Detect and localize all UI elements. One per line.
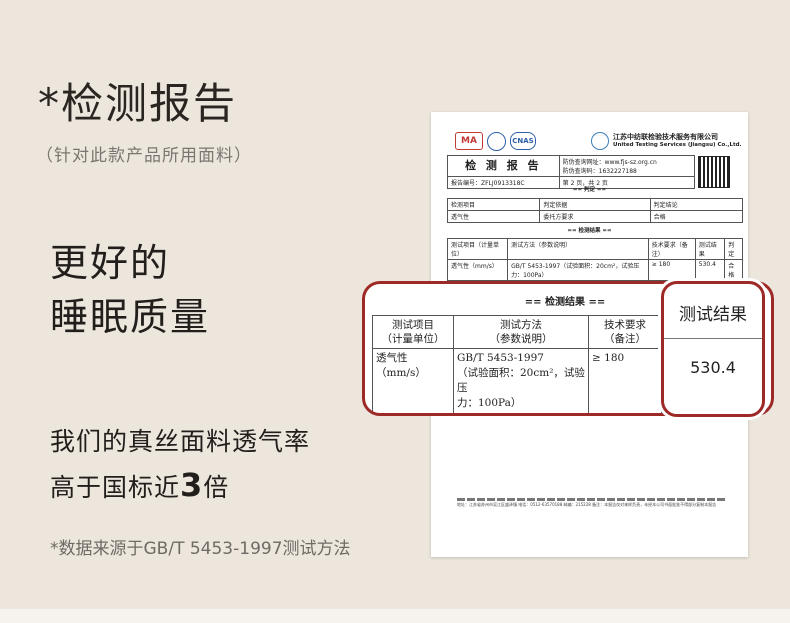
callout-header-item-title: 测试项目 xyxy=(392,319,434,331)
callout-header-requirement-note: （备注） xyxy=(604,333,646,345)
result-label: 测试结果 xyxy=(679,305,747,325)
headline-line-2: 睡眠质量 xyxy=(50,295,211,339)
results-table: 测试项目（计量单位） 测试方法（参数说明） 技术要求（备注） 测试结果 判定 透… xyxy=(446,238,743,281)
result-header-method: 测试方法（参数说明） xyxy=(507,238,649,260)
query-site: 防伪查询网址：www.fjs-sz.org.cn xyxy=(562,159,657,166)
page-title: *检测报告 xyxy=(38,79,238,128)
judge-conclusion: 合格 xyxy=(649,210,744,223)
source-note: *数据来源于GB/T 5453-1997测试方法 xyxy=(50,539,351,559)
result-verdict: 合格 xyxy=(724,259,743,281)
qr-code-icon xyxy=(698,156,730,188)
description-line-2: 高于国标近3倍 xyxy=(50,466,229,504)
result-item: 透气性（mm/s） xyxy=(446,259,509,281)
org-name-en: United Testing Services (Jiangsu) Co.,Lt… xyxy=(613,142,742,148)
query-info: 防伪查询网址：www.fjs-sz.org.cn 防伪查询码：1632227188 xyxy=(558,155,696,177)
callout-method-standard: GB/T 5453-1997 xyxy=(457,352,544,364)
judge-item: 透气性 xyxy=(446,210,541,223)
certification-logos: MA CNAS xyxy=(455,132,536,151)
page-subtitle: （针对此款产品所用面料） xyxy=(36,146,252,166)
footer-divider xyxy=(457,498,727,501)
judge-header-conclusion: 判定结论 xyxy=(649,198,744,211)
judge-basis: 委托方要求 xyxy=(539,210,651,223)
judge-header-item: 检测项目 xyxy=(446,198,541,211)
callout-header-method-note: （参数说明） xyxy=(489,333,553,345)
callout-header-item: 测试项目 （计量单位） xyxy=(372,315,454,349)
result-method: GB/T 5453-1997（试验面积：20cm²，试验压力：100Pa） xyxy=(507,259,649,281)
callout-header-requirement-title: 技术要求 xyxy=(604,319,646,331)
callout-header-requirement: 技术要求 （备注） xyxy=(588,315,662,349)
footer-text: 地址：江苏省苏州市吴江区盛泽镇 电话：0512-63570188 邮编：2152… xyxy=(457,502,717,507)
result-requirement: ≥ 180 xyxy=(647,259,696,281)
result-header-value: 测试结果 xyxy=(694,238,726,260)
judge-table: 检测项目 判定依据 判定结论 透气性 委托方要求 合格 xyxy=(446,198,744,223)
result-header-item: 测试项目（计量单位） xyxy=(446,238,509,260)
callout-requirement: ≥ 180 xyxy=(588,348,662,413)
result-header-requirement: 技术要求（备注） xyxy=(647,238,696,260)
result-divider xyxy=(664,338,762,339)
report-header-table: 检 测 报 告 防伪查询网址：www.fjs-sz.org.cn 防伪查询码：16… xyxy=(447,155,696,189)
description-suffix: 倍 xyxy=(203,473,230,502)
description-line-1: 我们的真丝面料透气率 xyxy=(50,427,311,456)
callout-header-method: 测试方法 （参数说明） xyxy=(453,315,589,349)
multiplier-number: 3 xyxy=(180,466,204,504)
results-section-label: == 检测结果 == xyxy=(567,228,612,234)
result-value-highlight: 530.4 xyxy=(690,358,736,377)
callout-method-pressure: 力：100Pa） xyxy=(457,397,522,409)
result-header-verdict: 判定 xyxy=(724,238,743,260)
callout-header-item-unit: （计量单位） xyxy=(381,333,445,345)
cma-logo: MA xyxy=(455,132,483,150)
judge-header-basis: 判定依据 xyxy=(539,198,651,211)
result-value: 530.4 xyxy=(694,259,726,281)
org-logo-icon xyxy=(591,132,609,150)
report-footer: 地址：江苏省苏州市吴江区盛泽镇 电话：0512-63570188 邮编：2152… xyxy=(457,498,727,508)
ilac-logo-icon xyxy=(487,132,506,151)
headline-line-1: 更好的 xyxy=(50,241,171,285)
callout-header-method-title: 测试方法 xyxy=(500,319,542,331)
report-title: 检 测 报 告 xyxy=(447,155,560,177)
bottom-strip xyxy=(0,609,790,623)
cnas-logo: CNAS xyxy=(510,132,536,150)
description-prefix: 高于国标近 xyxy=(50,473,181,502)
callout-method-area: （试验面积：20cm²，试验压 xyxy=(457,367,585,394)
judge-section-label: == 判定 == xyxy=(572,187,607,193)
query-code: 防伪查询码：1632227188 xyxy=(562,168,637,175)
org-name-cn: 江苏中纺联检验技术服务有限公司 xyxy=(613,133,718,141)
result-highlight-box: 测试结果 530.4 xyxy=(661,281,765,417)
callout-item: 透气性（mm/s） xyxy=(372,348,454,413)
callout-method: GB/T 5453-1997 （试验面积：20cm²，试验压力：100Pa） xyxy=(453,348,589,413)
